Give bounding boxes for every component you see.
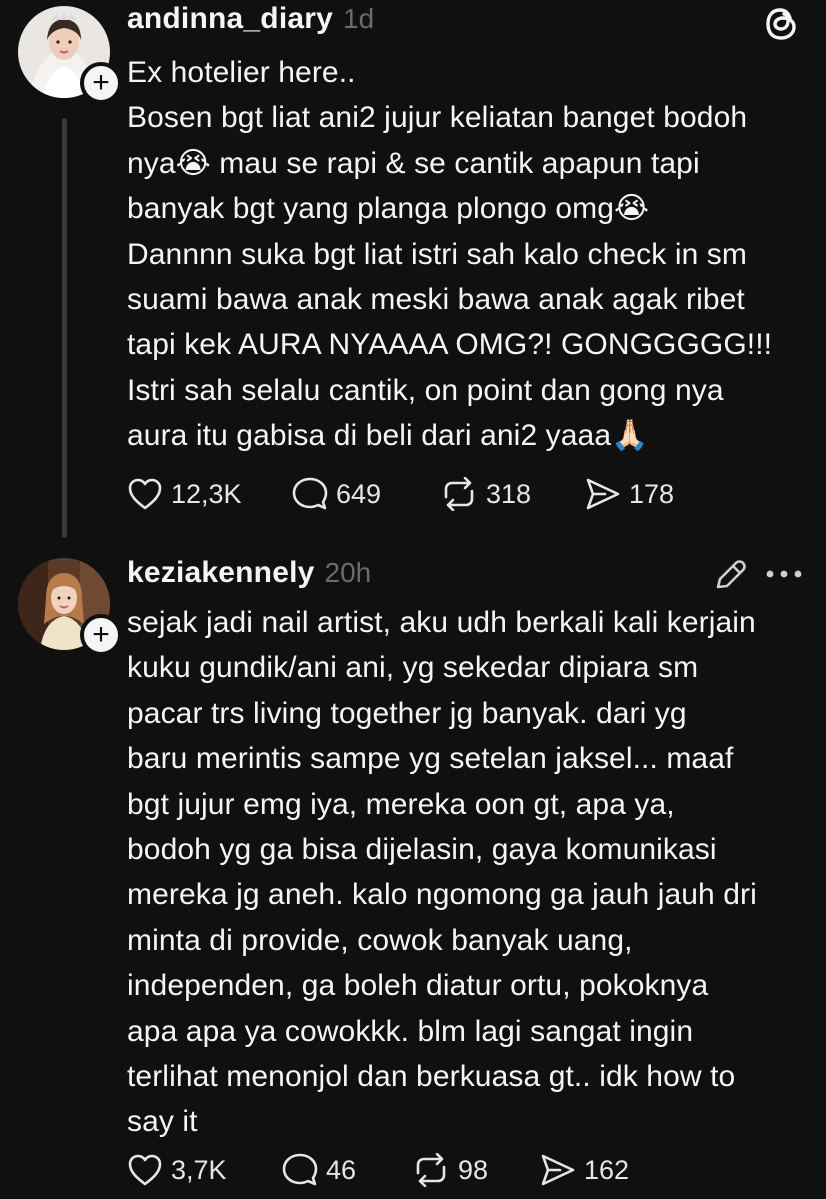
action-bar: 12,3K 649 318 178 bbox=[127, 474, 674, 514]
avatar-container[interactable]: + bbox=[18, 6, 122, 104]
timestamp[interactable]: 20h bbox=[325, 557, 372, 589]
send-icon bbox=[541, 1154, 575, 1186]
more-horizontal-icon[interactable] bbox=[764, 568, 804, 580]
share-button[interactable]: 178 bbox=[585, 477, 674, 511]
post-header: andinna_diary 1d bbox=[127, 2, 374, 36]
comment-bubble-icon bbox=[292, 477, 328, 510]
follow-plus-button[interactable]: + bbox=[80, 614, 122, 656]
repost-count: 98 bbox=[458, 1154, 489, 1185]
post-body: sejak jadi nail artist, aku udh berkali … bbox=[127, 606, 757, 1139]
reply-count: 649 bbox=[336, 478, 382, 509]
username[interactable]: andinna_diary bbox=[127, 2, 333, 36]
follow-plus-button[interactable]: + bbox=[80, 62, 122, 104]
repost-count: 318 bbox=[486, 478, 532, 509]
send-icon bbox=[586, 478, 620, 510]
heart-icon bbox=[128, 478, 162, 510]
share-count: 162 bbox=[584, 1154, 630, 1185]
like-count: 3,7K bbox=[171, 1154, 227, 1185]
share-count: 178 bbox=[629, 478, 675, 509]
like-button[interactable]: 3,7K bbox=[127, 1153, 282, 1187]
comment-bubble-icon bbox=[282, 1153, 318, 1186]
post-body: Ex hotelier here.. Bosen bgt liat ani2 j… bbox=[127, 56, 773, 453]
reply-button[interactable]: 46 bbox=[282, 1153, 412, 1187]
like-button[interactable]: 12,3K bbox=[127, 477, 292, 511]
threads-logo-icon bbox=[766, 8, 796, 40]
timestamp[interactable]: 1d bbox=[343, 3, 374, 35]
repost-icon bbox=[416, 1153, 446, 1187]
reply-count: 46 bbox=[326, 1154, 357, 1185]
thread-connector-line bbox=[62, 118, 67, 538]
repost-button[interactable]: 98 bbox=[412, 1153, 540, 1187]
pencil-icon[interactable] bbox=[712, 557, 748, 593]
reply-button[interactable]: 649 bbox=[292, 477, 440, 511]
repost-button[interactable]: 318 bbox=[440, 477, 585, 511]
repost-icon bbox=[444, 477, 474, 511]
post-andinna-diary: + andinna_diary 1d Ex hotelier here.. Bo… bbox=[0, 0, 826, 540]
share-button[interactable]: 162 bbox=[540, 1153, 629, 1187]
avatar-container[interactable]: + bbox=[18, 558, 122, 656]
post-keziakennely: + keziakennely 20h sejak jadi nail artis… bbox=[0, 540, 826, 1199]
username[interactable]: keziakennely bbox=[127, 556, 315, 590]
heart-icon bbox=[128, 1154, 162, 1186]
action-bar: 3,7K 46 98 162 bbox=[127, 1150, 629, 1190]
post-header: keziakennely 20h bbox=[127, 556, 371, 590]
like-count: 12,3K bbox=[171, 478, 242, 509]
